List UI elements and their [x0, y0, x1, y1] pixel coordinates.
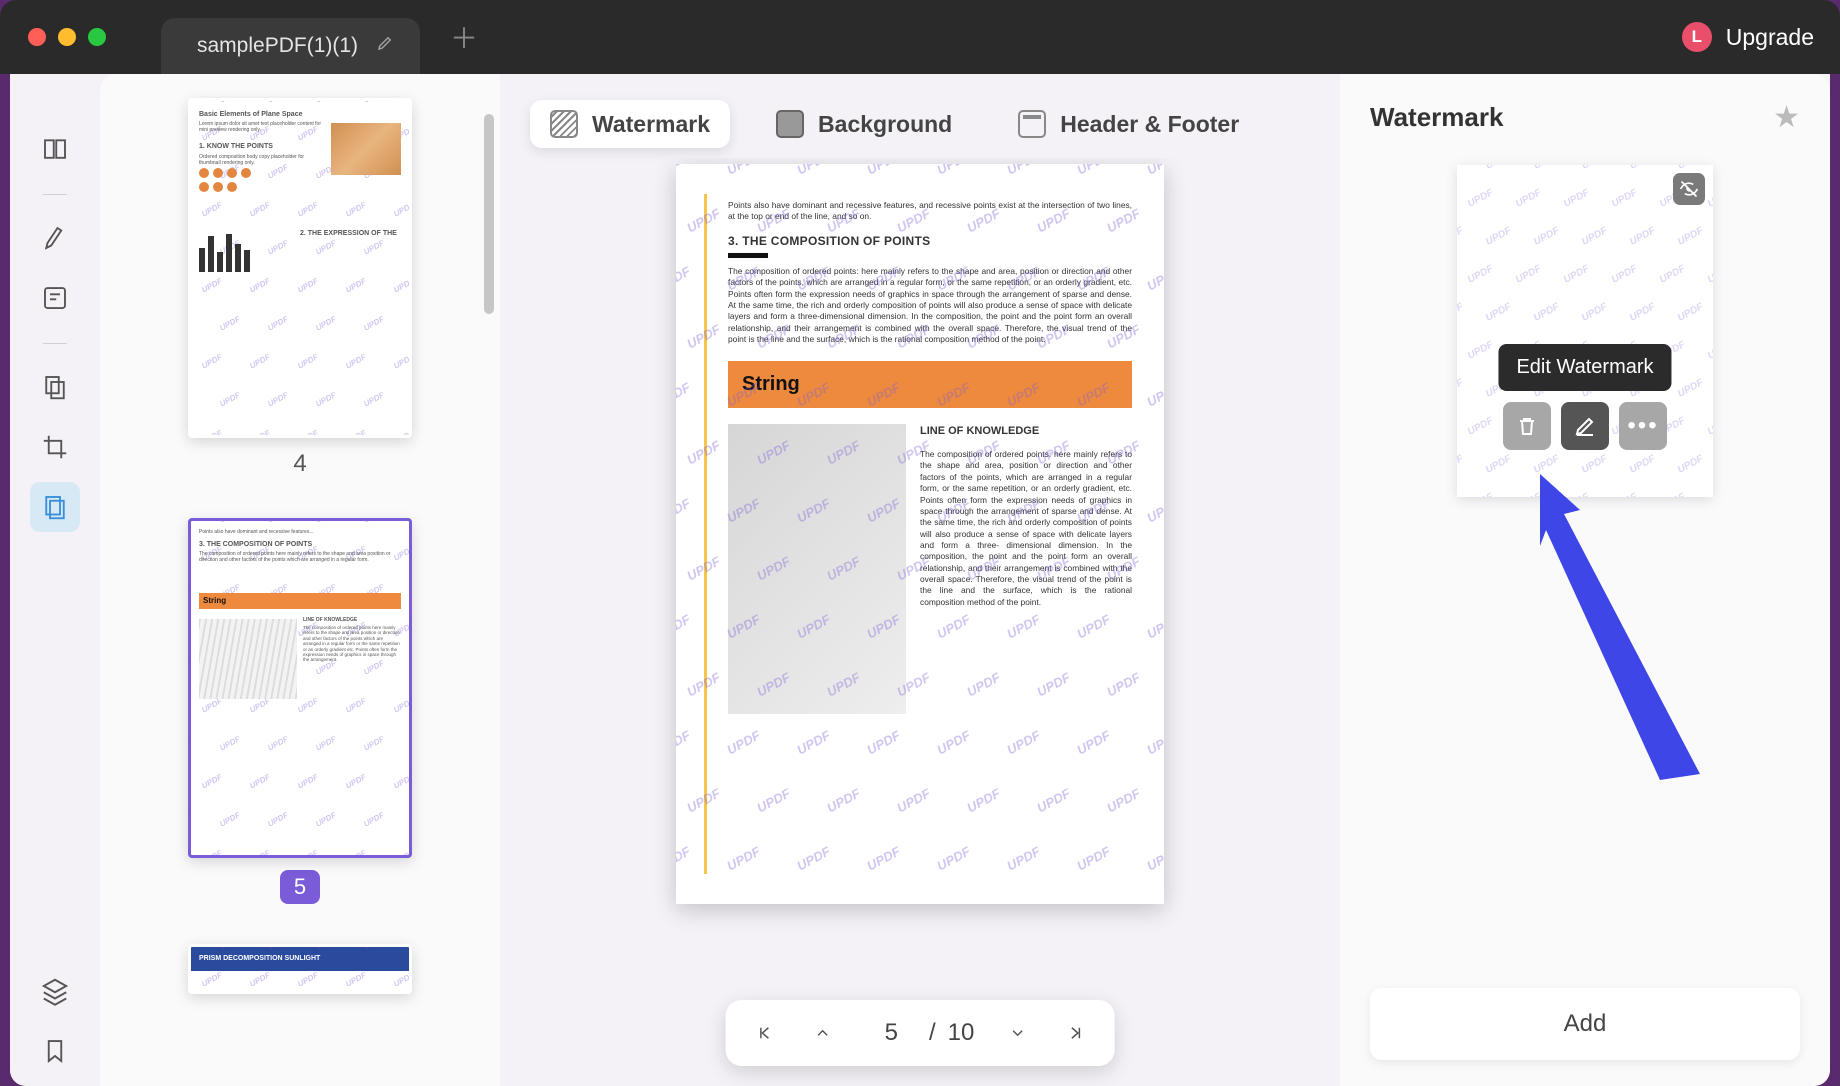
document-tab[interactable]: samplePDF(1)(1): [161, 18, 420, 74]
tab-label: Header & Footer: [1060, 111, 1239, 138]
scrollbar-thumb[interactable]: [484, 114, 494, 314]
body-text: The composition of ordered points: here …: [728, 266, 1132, 345]
thumb-heading: 3. THE COMPOSITION OF POINTS: [199, 541, 401, 549]
divider: [43, 343, 67, 344]
page-number-label: 5: [280, 870, 320, 904]
thumb-banner: String: [199, 593, 401, 609]
current-page-field[interactable]: 5: [866, 1014, 917, 1052]
image-placeholder: [728, 424, 906, 714]
edit-watermark-button[interactable]: [1561, 402, 1609, 450]
close-window-button[interactable]: [28, 28, 46, 46]
tab-background[interactable]: Background: [756, 100, 972, 148]
ellipsis-icon: •••: [1627, 412, 1658, 440]
titlebar-right: L Upgrade: [1682, 22, 1814, 52]
page-tools-tool[interactable]: [30, 482, 80, 532]
subheading: LINE OF KNOWLEDGE: [920, 424, 1132, 439]
main-area: Watermark Background Header & Footer UPD…: [500, 74, 1340, 1086]
annotation-arrow: [1540, 474, 1740, 794]
background-icon: [776, 110, 804, 138]
more-watermark-button[interactable]: •••: [1619, 402, 1667, 450]
total-pages: 10: [948, 1019, 975, 1047]
tab-label: Background: [818, 111, 952, 138]
header-footer-icon: [1018, 110, 1046, 138]
page-thumbnail-6[interactable]: UPDFUPDFUPDFUPDFUPDFUPDFUPDFUPDFUPDFUPDF…: [138, 944, 462, 994]
visibility-toggle-icon[interactable]: [1673, 173, 1705, 205]
upgrade-button[interactable]: Upgrade: [1726, 24, 1814, 51]
crop-tool[interactable]: [30, 422, 80, 472]
app-body: UPDFUPDFUPDFUPDFUPDFUPDFUPDFUPDFUPDFUPDF…: [10, 74, 1830, 1086]
minimize-window-button[interactable]: [58, 28, 76, 46]
page-thumbnail-5[interactable]: UPDFUPDFUPDFUPDFUPDFUPDFUPDFUPDFUPDFUPDF…: [138, 518, 462, 904]
delete-watermark-button[interactable]: [1503, 402, 1551, 450]
layers-tool[interactable]: [30, 966, 80, 1016]
thumb-title: Basic Elements of Plane Space: [199, 111, 401, 119]
left-toolbar: [10, 74, 100, 1086]
page-viewport[interactable]: UPDFUPDFUPDFUPDFUPDFUPDFUPDFUPDFUPDFUPDF…: [500, 158, 1340, 1086]
bookmark-tool[interactable]: [30, 1026, 80, 1076]
divider: [43, 194, 67, 195]
body-text: The composition of ordered points: here …: [920, 449, 1132, 608]
page-number-input[interactable]: 5 / 10: [866, 1014, 975, 1052]
last-page-button[interactable]: [1060, 1018, 1090, 1048]
next-page-button[interactable]: [1002, 1018, 1032, 1048]
document-page: UPDFUPDFUPDFUPDFUPDFUPDFUPDFUPDFUPDFUPDF…: [676, 164, 1164, 904]
first-page-button[interactable]: [750, 1018, 780, 1048]
page-thumbnail-4[interactable]: UPDFUPDFUPDFUPDFUPDFUPDFUPDFUPDFUPDFUPDF…: [138, 98, 462, 478]
highlighter-tool[interactable]: [30, 213, 80, 263]
star-icon[interactable]: ★: [1773, 100, 1800, 135]
page-number-label: 4: [138, 450, 462, 478]
tab-watermark[interactable]: Watermark: [530, 100, 730, 148]
page-design-tabs: Watermark Background Header & Footer: [500, 74, 1340, 158]
watermark-icon: [550, 110, 578, 138]
titlebar: samplePDF(1)(1) ＋ L Upgrade: [0, 0, 1840, 74]
maximize-window-button[interactable]: [88, 28, 106, 46]
panel-title: Watermark: [1370, 102, 1503, 133]
window-controls: [0, 28, 106, 46]
page-navigation: 5 / 10: [726, 1000, 1115, 1066]
document-tabs: samplePDF(1)(1) ＋: [161, 0, 478, 74]
reader-view-tool[interactable]: [30, 124, 80, 174]
avatar[interactable]: L: [1682, 22, 1712, 52]
string-banner: String: [728, 361, 1132, 408]
thumb-subheading2: 2. THE EXPRESSION OF THE: [300, 230, 401, 238]
tab-label: Watermark: [592, 111, 710, 138]
organize-pages-tool[interactable]: [30, 362, 80, 412]
thumb-title: PRISM DECOMPOSITION SUNLIGHT: [191, 947, 409, 971]
page-separator: /: [929, 1019, 936, 1047]
tab-header-footer[interactable]: Header & Footer: [998, 100, 1259, 148]
edit-watermark-tooltip: Edit Watermark: [1498, 344, 1671, 391]
body-text: Points also have dominant and recessive …: [728, 200, 1132, 223]
prev-page-button[interactable]: [808, 1018, 838, 1048]
watermark-actions: •••: [1503, 402, 1667, 450]
edit-text-tool[interactable]: [30, 273, 80, 323]
pencil-icon[interactable]: [376, 34, 394, 58]
heading: 3. THE COMPOSITION OF POINTS: [728, 233, 1132, 249]
tab-title: samplePDF(1)(1): [197, 34, 358, 58]
thumbnails-panel: UPDFUPDFUPDFUPDFUPDFUPDFUPDFUPDFUPDFUPDF…: [100, 74, 500, 1086]
watermark-panel: Watermark ★ UPDFUPDFUPDFUPDFUPDFUPDFUPDF…: [1340, 74, 1830, 1086]
new-tab-button[interactable]: ＋: [450, 17, 478, 57]
add-watermark-button[interactable]: Add: [1370, 988, 1800, 1060]
